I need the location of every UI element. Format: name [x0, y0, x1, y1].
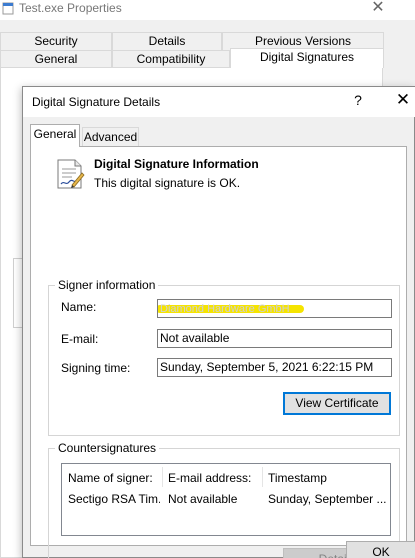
- digital-signature-details-dialog: Digital Signature Details ? ✕ Advanced D…: [22, 86, 415, 558]
- tab-details[interactable]: Details: [112, 32, 222, 50]
- signing-time-field[interactable]: Sunday, September 5, 2021 6:22:15 PM: [157, 358, 392, 377]
- signing-time-label: Signing time:: [61, 361, 131, 375]
- signature-info-heading: Digital Signature Information: [94, 157, 259, 171]
- countersignatures-list[interactable]: Name of signer: E-mail address: Timestam…: [61, 463, 391, 536]
- ok-button[interactable]: OK: [346, 541, 415, 558]
- name-label: Name:: [61, 300, 97, 314]
- column-timestamp[interactable]: Timestamp: [268, 471, 327, 485]
- name-field[interactable]: Diamond Hardware GmbH: [157, 299, 392, 318]
- signer-information-group: Signer information Name: Diamond Hardwar…: [48, 278, 400, 436]
- tab-digital-signatures[interactable]: Digital Signatures: [230, 48, 384, 68]
- column-name-of-signer[interactable]: Name of signer:: [68, 471, 153, 485]
- dialog-title: Digital Signature Details: [32, 95, 161, 109]
- countersignatures-label: Countersignatures: [55, 441, 160, 455]
- tab-general-properties[interactable]: General: [0, 50, 112, 68]
- signer-name-cell: Sectigo RSA Tim...: [68, 492, 160, 506]
- tab-compatibility[interactable]: Compatibility: [112, 50, 230, 68]
- general-tab-panel: Digital Signature Information This digit…: [30, 146, 407, 558]
- properties-close-icon[interactable]: ✕: [368, 0, 388, 18]
- dialog-titlebar: Digital Signature Details ? ✕: [23, 87, 415, 117]
- dialog-close-icon[interactable]: ✕: [393, 90, 413, 110]
- column-email-address[interactable]: E-mail address:: [168, 471, 251, 485]
- properties-titlebar: Test.exe Properties ✕: [0, 0, 415, 20]
- column-separator: [262, 467, 263, 487]
- email-field[interactable]: Not available: [157, 329, 392, 348]
- app-icon: [2, 2, 14, 15]
- email-cell: Not available: [168, 492, 238, 506]
- signer-information-label: Signer information: [55, 278, 159, 292]
- signed-document-icon: [55, 158, 85, 190]
- help-icon[interactable]: ?: [348, 92, 368, 108]
- tab-general[interactable]: General: [30, 124, 80, 147]
- properties-title: Test.exe Properties: [19, 1, 122, 15]
- email-label: E-mail:: [61, 332, 99, 346]
- timestamp-cell: Sunday, September ...: [268, 492, 387, 506]
- view-certificate-button[interactable]: View Certificate: [283, 392, 391, 415]
- tab-advanced[interactable]: Advanced: [82, 127, 139, 147]
- tab-security[interactable]: Security: [0, 32, 112, 50]
- column-separator: [162, 467, 163, 487]
- name-value: Diamond Hardware GmbH: [160, 303, 290, 315]
- signature-status-text: This digital signature is OK.: [94, 176, 241, 190]
